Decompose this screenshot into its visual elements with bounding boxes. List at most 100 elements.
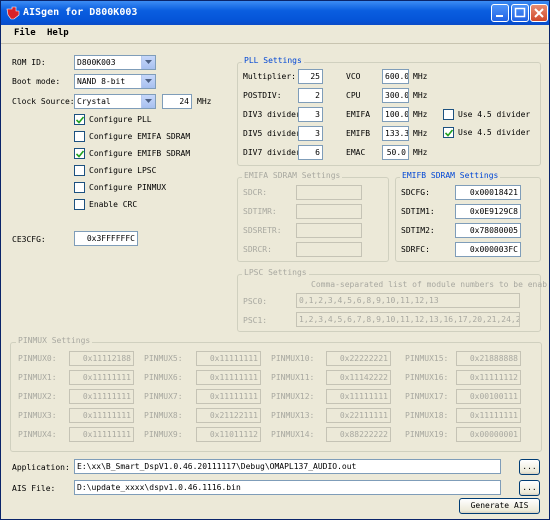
pinmux-label: PINMUX7: [144,392,183,401]
psc0-label: PSC0: [243,297,268,306]
emifb-field-input[interactable]: 0x78080005 [455,223,521,238]
window-title: AISgen for D800K003 [23,7,138,18]
pinmux-input[interactable]: 0x00000001 [456,427,521,442]
pll-param-input[interactable]: 25 [298,69,323,84]
generate-ais-button[interactable]: Generate AIS [459,498,540,514]
title-bar[interactable]: AISgen for D800K003 [1,1,549,25]
emifa-field-input[interactable] [296,242,362,257]
pinmux-input[interactable]: 0x21888888 [456,351,521,366]
pinmux-input[interactable]: 0x11111111 [69,389,134,404]
pinmux-input[interactable]: 0x88222222 [326,427,391,442]
emifa-field-label: SDRCR: [243,245,272,254]
clock-frequency-input[interactable]: 24 [162,94,192,109]
maximize-button[interactable] [511,4,529,22]
pinmux-input[interactable]: 0x11111111 [69,427,134,442]
minimize-icon [496,15,503,17]
pinmux-label: PINMUX15: [405,354,449,363]
pll-param-input[interactable]: 3 [298,126,323,141]
pinmux-input[interactable]: 0x11111112 [456,370,521,385]
rom-id-select[interactable]: D800K003 [74,55,156,70]
application-path-input[interactable]: E:\xx\B_Smart_DspV1.0.46.20111117\Debug\… [74,459,501,474]
pinmux-input[interactable]: 0x22111111 [326,408,391,423]
psc1-input[interactable]: 1,2,3,4,5,6,7,8,9,10,11,12,13,16,17,20,2… [296,312,520,327]
clock-value-field: 50.0 [382,145,409,160]
pinmux-input[interactable]: 0x11142222 [326,370,391,385]
pll-param-input[interactable]: 2 [298,88,323,103]
option-label: Configure LPSC [89,166,157,175]
pinmux-input[interactable]: 0x11111111 [69,370,134,385]
chevron-down-icon[interactable] [141,56,155,69]
menu-file[interactable]: File [14,28,36,38]
option-checkbox[interactable] [74,199,85,210]
browse-ais-file-button[interactable]: ... [519,480,540,496]
boot-mode-label: Boot mode: [12,77,61,86]
app-icon [6,6,20,20]
use-4-5-divider-b-checkbox[interactable] [443,127,454,138]
pinmux-input[interactable]: 0x11111111 [69,408,134,423]
pll-param-input[interactable]: 3 [298,107,323,122]
emifb-field-input[interactable]: 0x00018421 [455,185,521,200]
pll-settings-title: PLL Settings [242,56,304,65]
emifb-field-label: SDCFG: [401,188,430,197]
option-checkbox[interactable] [74,114,85,125]
pll-param-input[interactable]: 6 [298,145,323,160]
clock-source-value: Crystal [77,97,111,106]
option-checkbox[interactable] [74,165,85,176]
mhz-unit-label: MHz [413,148,428,157]
pinmux-title: PINMUX Settings [16,336,93,345]
option-checkbox[interactable] [74,131,85,142]
close-button[interactable] [530,4,548,22]
pinmux-input[interactable]: 0x11111111 [196,370,261,385]
clock-value-field: 300.0 [382,88,409,103]
maximize-icon [514,7,526,18]
menu-help[interactable]: Help [47,28,69,38]
option-checkbox[interactable] [74,182,85,193]
browse-application-button[interactable]: ... [519,459,540,475]
rom-id-label: ROM ID: [12,58,46,67]
pll-param-label: DIV5 divider: [243,129,306,138]
pinmux-label: PINMUX5: [144,354,183,363]
use-4-5-divider-a-checkbox[interactable] [443,109,454,120]
option-label: Configure EMIFA SDRAM [89,132,191,141]
minimize-button[interactable] [491,4,509,22]
emifa-field-input[interactable] [296,223,362,238]
clock-source-select[interactable]: Crystal [74,94,156,109]
emifa-field-input[interactable] [296,204,362,219]
app-window: AISgen for D800K003 File Help ROM ID: D8… [0,0,550,520]
pinmux-input[interactable]: 0x21122111 [196,408,261,423]
pinmux-label: PINMUX2: [18,392,57,401]
pinmux-input[interactable]: 0x11011112 [196,427,261,442]
pinmux-input[interactable]: 0x22222221 [326,351,391,366]
pll-param-label: DIV7 divider: [243,148,306,157]
ais-file-label: AIS File: [12,484,56,493]
emifa-field-label: SDTIMR: [243,207,277,216]
ce3cfg-input[interactable]: 0x3FFFFFFC [74,231,138,246]
chevron-down-icon[interactable] [141,95,155,108]
clock-name-label: EMIFA [346,110,371,119]
pinmux-label: PINMUX19: [405,430,449,439]
psc0-input[interactable]: 0,1,2,3,4,5,6,8,9,10,11,12,13 [296,293,520,308]
pinmux-input[interactable]: 0x11111111 [196,389,261,404]
option-checkbox[interactable] [74,148,85,159]
psc1-label: PSC1: [243,316,268,325]
ais-file-path-input[interactable]: D:\update_xxxx\dspv1.0.46.1116.bin [74,480,501,495]
pinmux-input[interactable]: 0x11111111 [196,351,261,366]
emifb-field-label: SDTIM2: [401,226,435,235]
boot-mode-select[interactable]: NAND 8-bit [74,74,156,89]
emifb-field-input[interactable]: 0x0E9129C8 [455,204,521,219]
clock-unit-label: MHz [197,97,212,106]
emifb-sdram-title: EMIFB SDRAM Settings [400,171,501,180]
emifb-field-input[interactable]: 0x000003FC [455,242,521,257]
pinmux-label: PINMUX9: [144,430,183,439]
chevron-down-icon[interactable] [141,75,155,88]
pinmux-label: PINMUX0: [18,354,57,363]
pinmux-input[interactable]: 0x11111111 [456,408,521,423]
pinmux-input[interactable]: 0x11112188 [69,351,134,366]
ce3cfg-label: CE3CFG: [12,235,46,244]
pinmux-label: PINMUX11: [271,373,315,382]
pinmux-input[interactable]: 0x00100111 [456,389,521,404]
emifa-sdram-title: EMIFA SDRAM Settings [242,171,343,180]
emifa-field-input[interactable] [296,185,362,200]
emifa-field-label: SDCR: [243,188,268,197]
pinmux-input[interactable]: 0x11111111 [326,389,391,404]
